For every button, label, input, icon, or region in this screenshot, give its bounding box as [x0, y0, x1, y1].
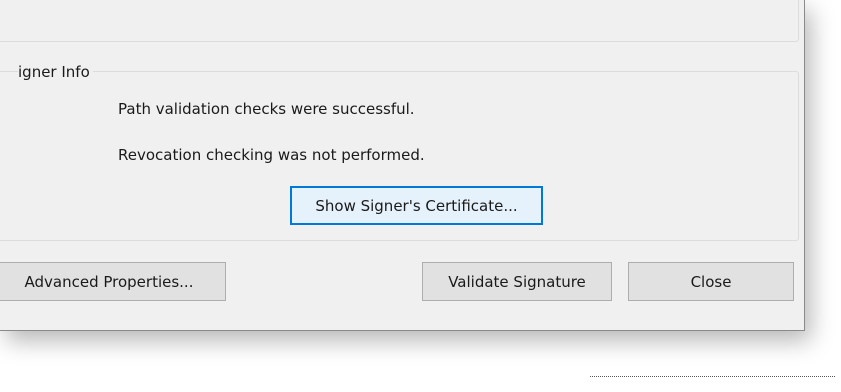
- validate-signature-button[interactable]: Validate Signature: [422, 262, 612, 301]
- path-validation-status: Path validation checks were successful.: [118, 100, 415, 118]
- previous-group-box: [0, 0, 799, 42]
- advanced-properties-button[interactable]: Advanced Properties...: [0, 262, 226, 301]
- signer-info-legend: igner Info: [18, 63, 93, 81]
- close-button[interactable]: Close: [628, 262, 794, 301]
- signature-properties-dialog: igner Info Path validation checks were s…: [0, 0, 805, 331]
- dotted-rule: [590, 376, 835, 377]
- show-signer-certificate-button[interactable]: Show Signer's Certificate...: [290, 186, 543, 225]
- revocation-status: Revocation checking was not performed.: [118, 146, 425, 164]
